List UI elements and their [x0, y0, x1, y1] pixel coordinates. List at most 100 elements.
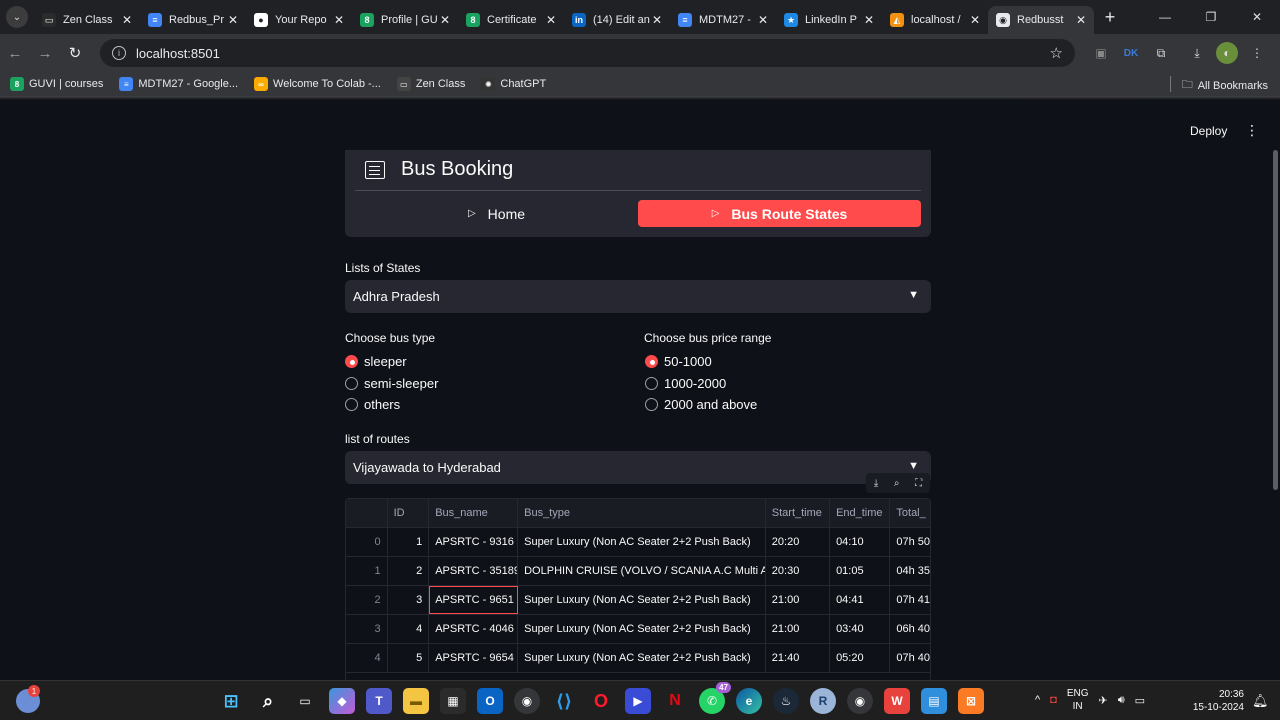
tray-app-icon[interactable]: ◘ — [1050, 694, 1057, 706]
bookmark-item[interactable]: ≡ MDTM27 - Google... — [119, 77, 238, 91]
browser-tab[interactable]: ≡ MDTM27 - ✕ — [670, 6, 776, 34]
minimize-icon[interactable]: — — [1142, 0, 1188, 34]
task-view-icon[interactable]: ▭ — [292, 688, 318, 714]
copilot-icon[interactable]: ◆ — [329, 688, 355, 714]
table-cell[interactable]: 07h 41 — [890, 586, 930, 614]
table-cell[interactable]: 05:20 — [830, 644, 891, 672]
bookmark-item[interactable]: ✺ ChatGPT — [481, 77, 546, 91]
netflix-icon[interactable]: N — [662, 688, 688, 714]
table-cell[interactable]: Super Luxury (Non AC Seater 2+2 Push Bac… — [518, 586, 766, 614]
radio-option[interactable]: others — [345, 397, 400, 412]
browser-tab[interactable]: ≡ Redbus_Pr ✕ — [140, 6, 246, 34]
table-cell[interactable]: 2 — [346, 586, 388, 614]
table-cell[interactable]: 0 — [346, 528, 388, 556]
reload-icon[interactable]: ↻ — [60, 44, 90, 62]
table-cell[interactable]: 2 — [388, 557, 430, 585]
page-scrollbar[interactable] — [1273, 150, 1278, 490]
table-cell[interactable]: 3 — [388, 586, 430, 614]
table-cell[interactable]: 1 — [388, 528, 430, 556]
column-header[interactable]: End_time — [830, 499, 891, 527]
route-select[interactable]: Vijayawada to Hyderabad ▼ — [345, 451, 931, 484]
column-header[interactable]: Total_ — [890, 499, 930, 527]
extensions-puzzle-icon[interactable]: ⧉ — [1150, 42, 1172, 64]
table-row[interactable]: 0 1 APSRTC - 9316 Super Luxury (Non AC Seat… — [346, 528, 930, 557]
radio-option[interactable]: sleeper — [345, 354, 407, 369]
radio-option[interactable]: 2000 and above — [645, 397, 757, 412]
xampp-icon[interactable]: ⊠ — [958, 688, 984, 714]
table-cell[interactable]: 5 — [388, 644, 430, 672]
table-cell[interactable]: APSRTC - 35189 — [429, 557, 519, 585]
chrome-icon[interactable]: ◉ — [514, 688, 540, 714]
search-icon[interactable]: ⌕ — [894, 478, 900, 489]
tab-close-icon[interactable]: ✕ — [226, 13, 240, 27]
tab-close-icon[interactable]: ✕ — [862, 13, 876, 27]
table-cell[interactable]: APSRTC - 9654 — [429, 644, 519, 672]
search-icon[interactable]: ⌕ — [255, 688, 281, 714]
address-bar[interactable]: i localhost:8501 ☆ — [100, 39, 1075, 67]
battery-icon[interactable]: ▭ — [1135, 694, 1145, 707]
tab-close-icon[interactable]: ✕ — [1074, 13, 1088, 27]
site-info-icon[interactable]: i — [112, 46, 126, 60]
table-cell[interactable]: 07h 40 — [890, 644, 930, 672]
table-cell[interactable]: 04:41 — [830, 586, 891, 614]
column-header[interactable]: Bus_type — [518, 499, 766, 527]
table-cell[interactable]: APSRTC - 9651 — [429, 586, 519, 614]
browser-tab[interactable]: in (14) Edit an ✕ — [564, 6, 670, 34]
extension-dk-icon[interactable]: DK — [1120, 42, 1142, 64]
bookmark-star-icon[interactable]: ☆ — [1050, 44, 1063, 62]
tab-close-icon[interactable]: ✕ — [332, 13, 346, 27]
tab-close-icon[interactable]: ✕ — [968, 13, 982, 27]
table-cell[interactable]: DOLPHIN CRUISE (VOLVO / SCANIA A.C Multi… — [518, 557, 766, 585]
edge-icon[interactable]: e — [736, 688, 762, 714]
browser-tab[interactable]: ◭ localhost / ✕ — [882, 6, 988, 34]
weather-widget-icon[interactable]: 1 — [16, 685, 40, 713]
close-window-icon[interactable]: ✕ — [1234, 0, 1280, 34]
tab-close-icon[interactable]: ✕ — [544, 13, 558, 27]
store-icon[interactable]: ▦ — [440, 688, 466, 714]
browser-tab[interactable]: ▭ Zen Class ✕ — [34, 6, 140, 34]
table-row[interactable]: 4 5 APSRTC - 9654 Super Luxury (Non AC Seat… — [346, 644, 930, 673]
tab-search-icon[interactable]: ⌄ — [6, 6, 28, 28]
browser-tab[interactable]: 8 Profile | GU ✕ — [352, 6, 458, 34]
table-cell[interactable]: 07h 50 — [890, 528, 930, 556]
column-header[interactable]: Start_time — [766, 499, 831, 527]
routes-dataframe[interactable]: ID Bus_name Bus_type Start_time End_time Tota… — [345, 498, 931, 680]
table-cell[interactable]: 21:00 — [766, 615, 831, 643]
table-cell[interactable]: 21:40 — [766, 644, 831, 672]
outlook-icon[interactable]: O — [477, 688, 503, 714]
table-cell[interactable]: 20:30 — [766, 557, 831, 585]
radio-option[interactable]: 1000-2000 — [645, 376, 726, 391]
notepad-icon[interactable]: ▤ — [921, 688, 947, 714]
back-icon[interactable]: ← — [0, 45, 30, 62]
all-bookmarks-button[interactable]: 🗀 All Bookmarks — [1182, 76, 1268, 95]
table-row[interactable]: 2 3 APSRTC - 9651 Super Luxury (Non AC Seat… — [346, 586, 930, 615]
language-indicator[interactable]: ENG IN — [1067, 687, 1089, 713]
browser-tab[interactable]: ● Your Repo ✕ — [246, 6, 352, 34]
table-cell[interactable]: 21:00 — [766, 586, 831, 614]
vscode-icon[interactable]: ⟨⟩ — [551, 688, 577, 714]
tab-close-icon[interactable]: ✕ — [756, 13, 770, 27]
clock[interactable]: 20:36 15-10-2024 — [1190, 688, 1244, 714]
new-tab-icon[interactable]: + — [1098, 7, 1122, 28]
table-cell[interactable]: 3 — [346, 615, 388, 643]
deploy-button[interactable]: Deploy — [1190, 124, 1227, 138]
table-cell[interactable]: 04h 35 — [890, 557, 930, 585]
wps-icon[interactable]: W — [884, 688, 910, 714]
volume-icon[interactable]: 🔊︎ — [1118, 694, 1125, 707]
column-header[interactable]: ID — [388, 499, 430, 527]
table-row[interactable]: 3 4 APSRTC - 4046 Super Luxury (Non AC Seat… — [346, 615, 930, 644]
steam-icon[interactable]: ♨ — [773, 688, 799, 714]
media-app-icon[interactable]: ▶ — [625, 688, 651, 714]
download-csv-icon[interactable]: ⤓ — [874, 478, 878, 489]
main-menu-icon[interactable]: ⋮ — [1245, 122, 1259, 139]
download-icon[interactable]: ⤓ — [1186, 42, 1208, 64]
table-cell[interactable]: APSRTC - 4046 — [429, 615, 519, 643]
chrome-profile-icon[interactable]: ◉ — [847, 688, 873, 714]
extension-icon[interactable]: ▣ — [1090, 42, 1112, 64]
browser-tab[interactable]: ★ LinkedIn P ✕ — [776, 6, 882, 34]
tab-close-icon[interactable]: ✕ — [650, 13, 664, 27]
column-header[interactable]: Bus_name — [429, 499, 519, 527]
teams-icon[interactable]: T — [366, 688, 392, 714]
profile-avatar[interactable]: ◐ — [1216, 42, 1238, 64]
table-cell[interactable]: 20:20 — [766, 528, 831, 556]
